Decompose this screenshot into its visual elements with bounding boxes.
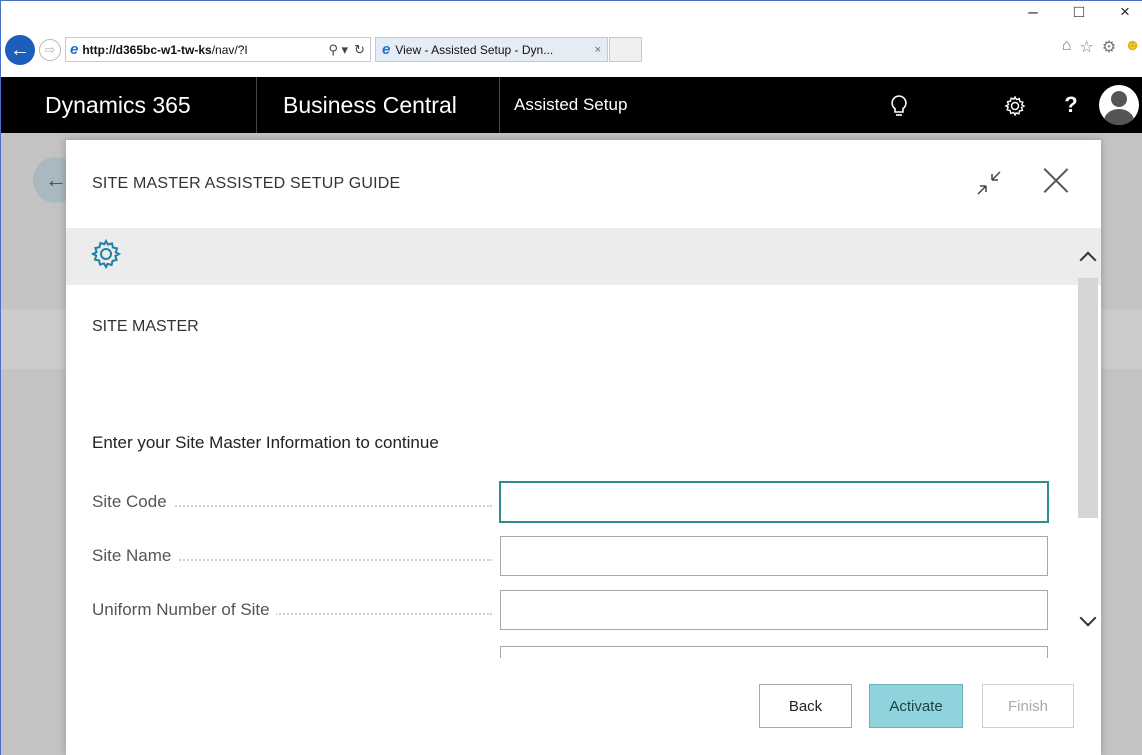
search-icon[interactable]: ⚲ ▾ xyxy=(328,42,348,58)
ie-logo-icon: e xyxy=(382,41,391,58)
settings-gear-icon[interactable]: ⚙ xyxy=(1102,37,1116,57)
field-site-code: Site Code xyxy=(92,481,1050,523)
step-title: SITE MASTER xyxy=(92,318,199,335)
assisted-setup-dialog: SITE MASTER ASSISTED SETUP GUIDE SITE MA… xyxy=(66,140,1101,755)
field-label: Uniform Number of Site xyxy=(92,600,276,620)
address-bar[interactable]: e http://d365bc-w1-tw-ks/nav/?I ⚲ ▾ ↻ xyxy=(65,37,371,62)
area-name[interactable]: Assisted Setup xyxy=(500,77,871,133)
gear-icon[interactable] xyxy=(987,77,1043,133)
back-arrow-icon[interactable]: ← xyxy=(5,35,35,65)
site-name-input[interactable] xyxy=(500,536,1048,576)
browser-tools: ⌂ ☆ ⚙ ☻ xyxy=(1062,37,1142,57)
product-name[interactable]: Business Central xyxy=(257,77,500,133)
partial-input[interactable] xyxy=(500,646,1048,658)
wizard-banner xyxy=(66,228,1101,285)
scrollbar-thumb[interactable] xyxy=(1078,278,1098,518)
field-label: Site Name xyxy=(92,546,178,566)
close-icon[interactable] xyxy=(1038,162,1074,198)
forward-arrow-icon[interactable]: ⇨ xyxy=(39,39,61,61)
minimize-button[interactable]: – xyxy=(1023,1,1043,23)
field-site-name: Site Name xyxy=(92,536,1050,576)
window-close-button[interactable]: × xyxy=(1115,1,1135,23)
activate-button[interactable]: Activate xyxy=(869,684,963,728)
window-controls: – □ × xyxy=(1023,1,1142,23)
tab-title: View - Assisted Setup - Dyn... xyxy=(395,42,554,57)
user-avatar-icon[interactable] xyxy=(1099,85,1139,125)
field-label: Site Code xyxy=(92,492,173,512)
finish-button[interactable]: Finish xyxy=(982,684,1074,728)
collapse-icon[interactable] xyxy=(974,168,1004,204)
address-url[interactable]: http://d365bc-w1-tw-ks/nav/?I xyxy=(82,43,328,57)
help-icon[interactable]: ? xyxy=(1043,77,1099,133)
app-bar: Dynamics 365 Business Central Assisted S… xyxy=(1,77,1142,133)
browser-window: – □ × ← ⇨ e http://d365bc-w1-tw-ks/nav/?… xyxy=(0,0,1142,755)
maximize-button[interactable]: □ xyxy=(1069,1,1089,23)
refresh-icon[interactable]: ↻ xyxy=(354,42,365,58)
field-uniform-number: Uniform Number of Site xyxy=(92,590,1050,630)
smiley-icon[interactable]: ☻ xyxy=(1124,37,1141,57)
intro-text: Enter your Site Master Information to co… xyxy=(92,433,439,452)
browser-tab[interactable]: e View - Assisted Setup - Dyn... × xyxy=(375,37,608,62)
setup-gear-icon xyxy=(90,238,122,277)
dialog-title: SITE MASTER ASSISTED SETUP GUIDE xyxy=(92,175,401,192)
home-icon[interactable]: ⌂ xyxy=(1062,37,1072,57)
site-code-input[interactable] xyxy=(499,481,1049,523)
scroll-up-icon[interactable] xyxy=(1078,248,1098,268)
scroll-down-icon[interactable] xyxy=(1078,610,1098,630)
favorites-star-icon[interactable]: ☆ xyxy=(1079,37,1093,57)
back-button[interactable]: Back xyxy=(759,684,852,728)
browser-toolbar: – □ × ← ⇨ e http://d365bc-w1-tw-ks/nav/?… xyxy=(1,1,1142,77)
new-tab-button[interactable] xyxy=(609,37,642,62)
tab-close-icon[interactable]: × xyxy=(595,44,601,56)
brand-name[interactable]: Dynamics 365 xyxy=(1,77,257,133)
lightbulb-icon[interactable] xyxy=(871,77,927,133)
ie-logo-icon: e xyxy=(70,41,79,58)
uniform-number-input[interactable] xyxy=(500,590,1048,630)
dialog-buttons: Back Activate Finish xyxy=(66,684,1101,728)
